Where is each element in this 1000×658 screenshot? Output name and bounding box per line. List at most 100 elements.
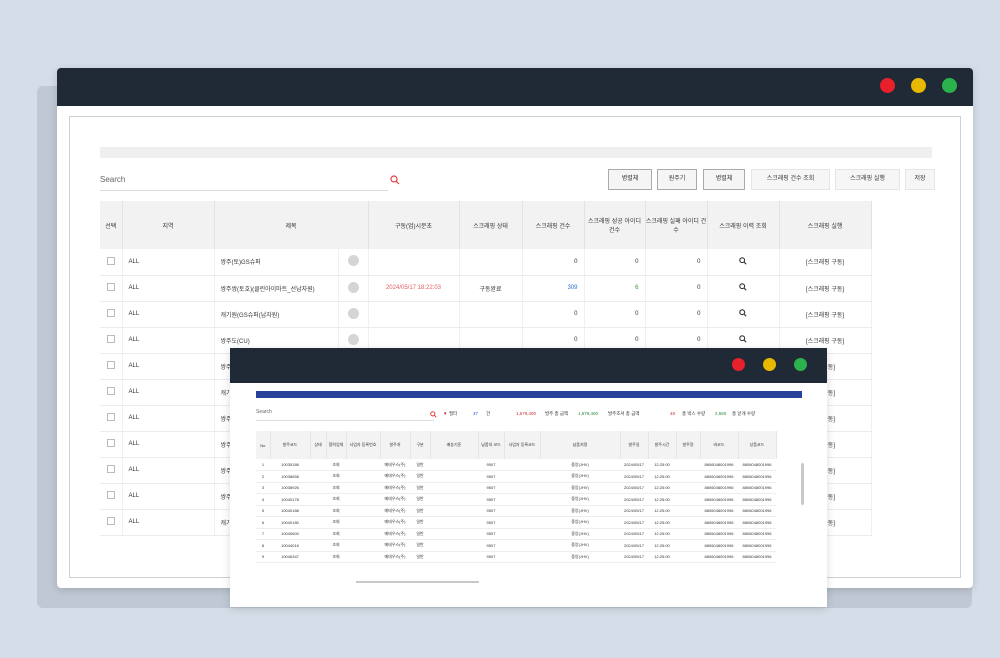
search-icon[interactable] xyxy=(739,335,747,343)
row-checkbox[interactable] xyxy=(106,465,115,473)
history-cell[interactable] xyxy=(707,275,780,302)
close-button[interactable] xyxy=(880,78,895,93)
no-cell: 6 xyxy=(256,516,270,529)
history-cell[interactable] xyxy=(707,301,780,328)
table-row[interactable]: 2 10038658 조회 메테우스(주) 일반 9507 중앙(JHV) 2024/05/1… xyxy=(256,470,776,483)
detail-toggle-icon[interactable] xyxy=(347,281,359,293)
vendor-cell: 조회 xyxy=(326,493,346,506)
table-row[interactable]: 3 10038926 조회 메테우스(주) 일반 9507 중앙(JHV) 2024/05/1… xyxy=(256,482,776,494)
detail-search-input[interactable]: Search xyxy=(256,409,434,421)
detail-toggle-icon[interactable] xyxy=(347,333,359,345)
table-row[interactable]: ALL 쌍주쌍(토호)(클린아이마트_선납자원) 2024/05/17 18:22:… xyxy=(100,275,872,302)
row-checkbox[interactable] xyxy=(106,335,115,343)
toolbar-button-1[interactable]: 병렬체 xyxy=(608,169,652,190)
table-row[interactable]: ALL 쌍주(토)GS슈퍼 0 0 0 [스크래핑 구동] xyxy=(100,249,872,276)
run-link-cell[interactable]: [스크래핑 구동] xyxy=(779,275,872,302)
filter-label[interactable]: 필터 xyxy=(449,411,457,417)
scrape-run-button[interactable]: 스크래핑 실행 xyxy=(835,169,900,190)
table-row[interactable]: 8 10044016 조회 메테우스(주) 일반 9507 중앙(JHV) 2024/05/1… xyxy=(256,539,776,552)
date-cell: 2024/05/17 xyxy=(620,505,648,517)
row-checkbox[interactable] xyxy=(106,309,115,317)
detail-toggle-icon[interactable] xyxy=(347,255,359,267)
detail-toggle-cell[interactable] xyxy=(338,275,369,302)
run-link-cell[interactable]: [스크래핑 구동] xyxy=(779,249,872,276)
col-header: 배송기준 xyxy=(430,431,479,459)
col-select: 선택 xyxy=(100,201,123,249)
success-cell: 0 xyxy=(584,249,646,276)
scrape-count-button[interactable]: 스크래핑 건수 조회 xyxy=(751,169,830,190)
toolbar-button-3[interactable]: 병렬체 xyxy=(703,169,745,190)
vendor-cell: 조회 xyxy=(326,459,346,471)
detail-toggle-cell[interactable] xyxy=(338,301,369,328)
region-cell: ALL xyxy=(122,379,215,406)
region-cell: ALL xyxy=(122,431,215,458)
row-checkbox[interactable] xyxy=(106,387,115,395)
vertical-scrollbar[interactable] xyxy=(801,463,804,505)
minimize-button[interactable] xyxy=(911,78,926,93)
row-checkbox[interactable] xyxy=(106,491,115,499)
region-cell: ALL xyxy=(122,509,215,536)
order-code-cell: 10040178 xyxy=(270,493,310,506)
col-header: 사업자 등록번호 xyxy=(346,431,381,459)
order-doc-total-label: 발주조서 총 금액 xyxy=(608,411,640,416)
row-checkbox-cell[interactable] xyxy=(100,379,123,406)
row-checkbox[interactable] xyxy=(106,256,115,265)
horizontal-scrollbar[interactable] xyxy=(356,581,479,583)
count-cell: 0 xyxy=(522,249,585,276)
table-row[interactable]: ALL 캐기원(GS슈퍼(납자원) 0 0 0 [스크래핑 구동] xyxy=(100,301,872,328)
date-cell: 2024/05/17 xyxy=(620,516,648,529)
kind-cell: 일반 xyxy=(410,505,430,517)
search-icon[interactable] xyxy=(739,256,747,265)
table-row[interactable]: 1 10035186 조회 메테우스(주) 일반 9507 중앙(JHV) 2024/05/1… xyxy=(256,459,776,471)
detail-toggle-cell[interactable] xyxy=(338,249,369,276)
maximize-button[interactable] xyxy=(942,78,957,93)
row-checkbox[interactable] xyxy=(106,439,115,447)
row-checkbox[interactable] xyxy=(106,517,115,525)
count-unit: 건 xyxy=(486,411,491,416)
search-icon[interactable] xyxy=(430,411,437,418)
run-link-cell[interactable]: [스크래핑 구동] xyxy=(779,301,872,328)
history-cell[interactable] xyxy=(707,249,780,276)
biz-number-cell xyxy=(346,505,380,517)
col-header: 발주량 xyxy=(676,431,701,459)
search-icon[interactable] xyxy=(390,175,400,185)
biz-number-cell xyxy=(346,470,380,483)
maximize-button[interactable] xyxy=(794,358,807,371)
detail-toggle-icon[interactable] xyxy=(347,307,359,319)
row-checkbox-cell[interactable] xyxy=(100,353,123,380)
table-row[interactable]: 6 10040180 조회 메테우스(주) 일반 9507 중앙(JHV) 2024/05/1… xyxy=(256,516,776,529)
row-checkbox-cell[interactable] xyxy=(100,275,123,302)
kind-cell: 일반 xyxy=(410,551,430,563)
row-checkbox-cell[interactable] xyxy=(100,249,123,276)
status-cell xyxy=(459,301,523,328)
search-icon[interactable] xyxy=(739,283,747,291)
row-checkbox[interactable] xyxy=(106,413,115,421)
table-row[interactable]: 5 10040188 조회 메테우스(주) 일반 9507 중앙(JHV) 2024/05/1… xyxy=(256,505,776,517)
order-code-cell: 10044016 xyxy=(270,539,310,552)
kind-cell: 일반 xyxy=(410,539,430,552)
row-checkbox-cell[interactable] xyxy=(100,431,123,458)
row-checkbox-cell[interactable] xyxy=(100,483,123,510)
close-button[interactable] xyxy=(732,358,745,371)
table-row[interactable]: 7 10040600 조회 메테우스(주) 일반 9507 중앙(JHV) 2024/05/1… xyxy=(256,528,776,540)
row-checkbox[interactable] xyxy=(106,361,115,369)
search-input[interactable]: Search xyxy=(100,171,388,191)
row-checkbox-cell[interactable] xyxy=(100,405,123,432)
filter-icon[interactable]: ▼ xyxy=(443,411,447,416)
row-checkbox[interactable] xyxy=(106,283,115,291)
save-button[interactable]: 저장 xyxy=(905,169,935,190)
table-row[interactable]: 9 10046347 조회 메테우스(주) 일반 9507 중앙(JHV) 2024/05/1… xyxy=(256,551,776,563)
region-cell: ALL xyxy=(122,275,215,302)
col-header: 협력업체 xyxy=(326,431,347,459)
ship-cell xyxy=(430,505,478,517)
minimize-button[interactable] xyxy=(763,358,776,371)
kind-cell: 일반 xyxy=(410,470,430,483)
row-checkbox-cell[interactable] xyxy=(100,509,123,536)
table-row[interactable]: 4 10040178 조회 메테우스(주) 일반 9507 중앙(JHV) 2024/05/1… xyxy=(256,493,776,506)
row-checkbox-cell[interactable] xyxy=(100,327,123,354)
product-code-cell: 8806048001996 xyxy=(738,470,776,483)
toolbar-button-2[interactable]: 원주기 xyxy=(657,169,697,190)
row-checkbox-cell[interactable] xyxy=(100,457,123,484)
search-icon[interactable] xyxy=(739,309,747,317)
row-checkbox-cell[interactable] xyxy=(100,301,123,328)
